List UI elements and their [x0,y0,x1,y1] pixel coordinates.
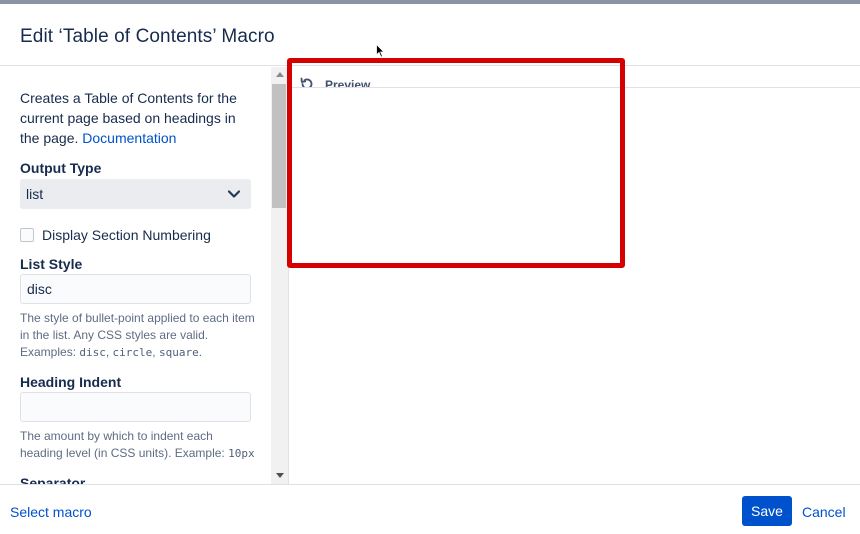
documentation-link[interactable]: Documentation [82,130,176,146]
section-numbering-checkbox[interactable] [20,228,34,242]
cancel-link[interactable]: Cancel [802,504,846,520]
list-style-input[interactable]: disc [20,274,251,304]
list-style-value: disc [27,281,52,297]
heading-indent-help: The amount by which to indent each headi… [20,428,256,462]
heading-indent-input[interactable] [20,392,251,422]
macro-dialog: Edit ‘Table of Contents’ Macro Creates a… [0,0,860,534]
list-style-label: List Style [20,256,83,272]
heading-indent-label: Heading Indent [20,374,122,390]
section-numbering-option[interactable]: Display Section Numbering [20,225,211,245]
dialog-title: Edit ‘Table of Contents’ Macro [20,26,275,47]
example-square: square [158,346,199,359]
macro-parameters-panel: Creates a Table of Contents for the curr… [0,67,271,484]
save-button[interactable]: Save [742,496,792,526]
scrollbar-thumb[interactable] [272,84,286,208]
select-macro-link[interactable]: Select macro [10,504,92,520]
output-type-select[interactable]: list [20,179,251,209]
output-type-label: Output Type [20,160,102,176]
example-10px: 10px [228,447,255,460]
example-disc: disc [79,346,106,359]
section-numbering-label: Display Section Numbering [42,227,211,243]
separator-label: Separator [20,475,86,484]
output-type-value: list [26,186,44,202]
scroll-down-arrow-icon[interactable] [276,473,284,478]
example-circle: circle [112,346,153,359]
dialog-header: Edit ‘Table of Contents’ Macro [0,4,860,66]
macro-description: Creates a Table of Contents for the curr… [20,88,250,148]
mouse-pointer-icon [376,44,385,58]
scroll-up-arrow-icon[interactable] [276,72,284,77]
list-style-help: The style of bullet-point applied to eac… [20,311,255,359]
highlight-annotation-box [287,58,625,268]
dialog-footer: Select macro Save Cancel [0,484,860,534]
heading-indent-help-text: The amount by which to indent each headi… [20,429,225,460]
chevron-down-icon [227,190,241,198]
